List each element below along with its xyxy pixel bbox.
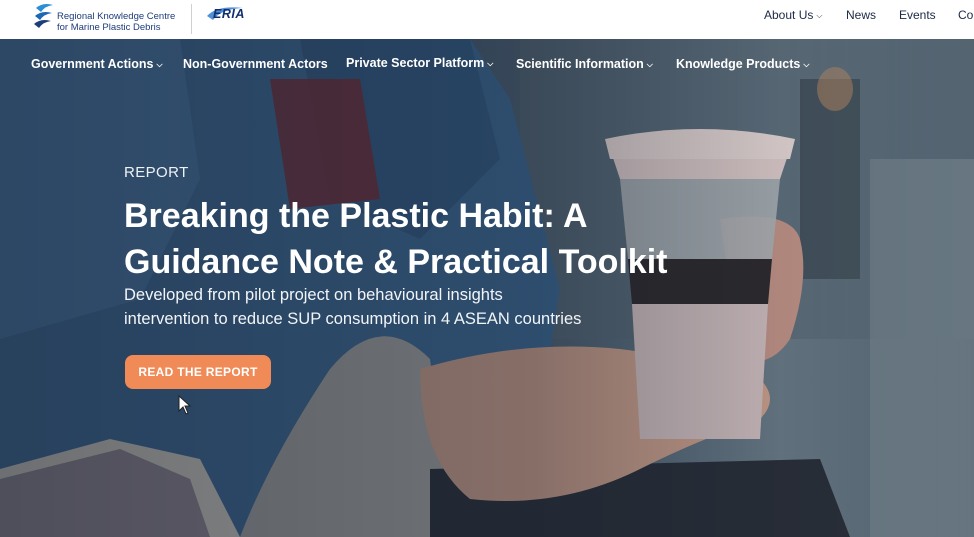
rkc-logo-line1: Regional Knowledge Centre	[57, 11, 176, 22]
eria-logo[interactable]: ERIA	[203, 3, 259, 25]
nav-private-sector-platform-label: Private Sector Platform	[346, 56, 485, 70]
eria-logo-text: ERIA	[213, 7, 245, 21]
hero-subtitle-line1: Developed from pilot project on behaviou…	[124, 286, 503, 304]
nav-government-actions[interactable]: Government Actions ⌵	[31, 57, 163, 71]
hero-subtitle: Developed from pilot project on behaviou…	[124, 283, 644, 331]
hero-subtitle-line2: intervention to reduce SUP consumption i…	[124, 310, 582, 328]
chevron-down-icon: ⌵	[816, 11, 823, 20]
mouse-pointer-icon	[178, 395, 192, 415]
rkc-logo-line2: for Marine Plastic Debris	[57, 22, 161, 33]
hero-eyebrow: REPORT	[124, 164, 189, 181]
top-nav-news[interactable]: News	[846, 8, 876, 22]
chevron-down-icon: ⌵	[803, 60, 810, 69]
rkc-wave-icon	[34, 4, 53, 28]
top-nav-contact[interactable]: Co	[958, 8, 973, 22]
hero-banner: Government Actions ⌵ Non-Government Actor…	[0, 39, 974, 537]
nav-scientific-information-label: Scientific Information	[516, 57, 644, 71]
top-nav-about-us-label: About Us	[764, 8, 814, 22]
top-nav-about-us[interactable]: About Us ⌵	[764, 8, 822, 22]
rkc-logo[interactable]: Regional Knowledge Centre for Marine Pla…	[33, 2, 183, 36]
site-header: Regional Knowledge Centre for Marine Pla…	[0, 0, 974, 39]
chevron-down-icon: ⌵	[156, 60, 163, 69]
hero-title: Breaking the Plastic Habit: A Guidance N…	[124, 193, 724, 285]
nav-non-government-actors[interactable]: Non-Government Actors	[183, 57, 328, 71]
read-the-report-button[interactable]: READ THE REPORT	[125, 355, 271, 389]
hero-title-line1: Breaking the Plastic Habit: A	[124, 197, 588, 235]
chevron-down-icon: ⌵	[646, 60, 653, 69]
main-nav: Government Actions ⌵ Non-Government Actor…	[0, 39, 974, 89]
chevron-down-icon: ⌵	[487, 59, 494, 68]
logo-divider	[191, 4, 192, 34]
nav-knowledge-products[interactable]: Knowledge Products ⌵	[676, 57, 809, 71]
nav-government-actions-label: Government Actions	[31, 57, 154, 71]
nav-knowledge-products-label: Knowledge Products	[676, 57, 801, 71]
nav-scientific-information[interactable]: Scientific Information ⌵	[516, 57, 653, 71]
top-nav-events[interactable]: Events	[899, 8, 936, 22]
nav-private-sector-platform[interactable]: Private Sector Platform ⌵	[346, 56, 493, 70]
hero-title-line2: Guidance Note & Practical Toolkit	[124, 243, 668, 281]
